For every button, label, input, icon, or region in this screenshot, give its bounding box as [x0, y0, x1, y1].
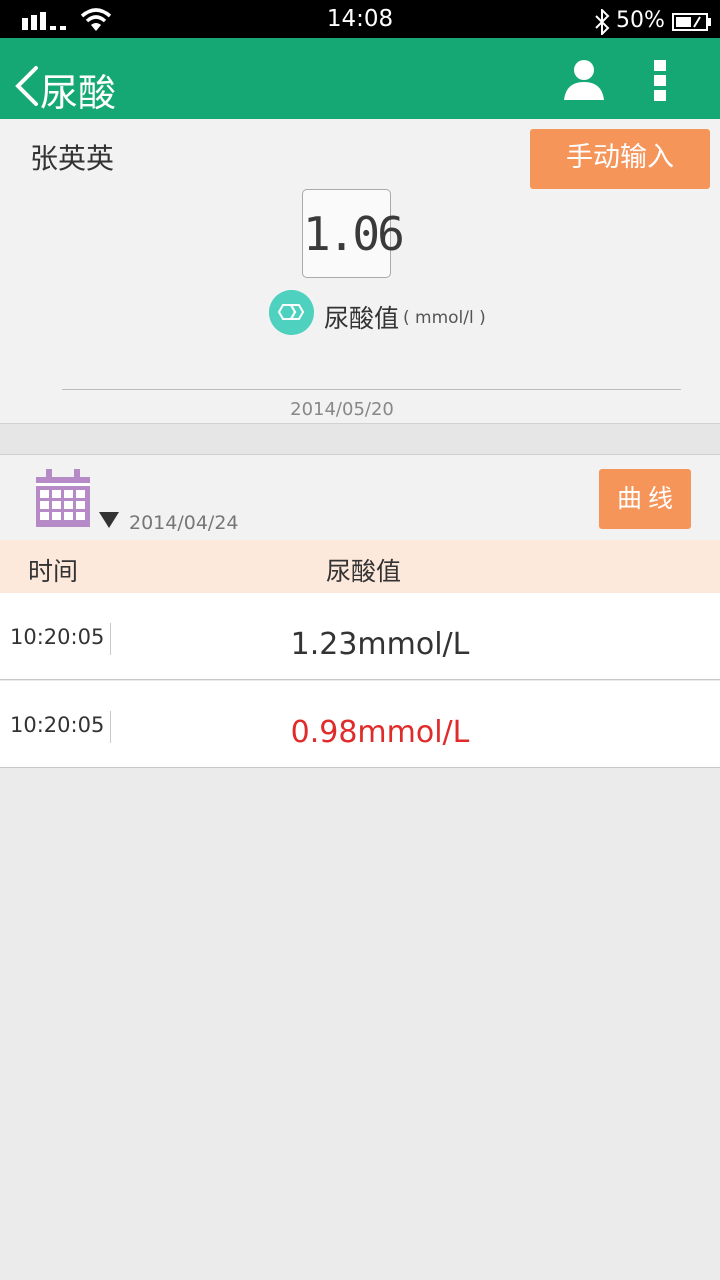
history-date: 2014/04/24: [129, 512, 239, 534]
column-header-value: 尿酸值: [326, 557, 402, 586]
reading-date: 2014/05/20: [290, 399, 394, 420]
bluetooth-icon: [595, 9, 610, 35]
latest-value: 1.06: [302, 189, 405, 278]
column-header-time: 时间: [28, 557, 79, 586]
calendar-icon[interactable]: [34, 469, 92, 529]
section-gap: [0, 424, 720, 455]
row-value: 0.98mmol/L: [290, 715, 470, 750]
date-dropdown-icon[interactable]: [99, 512, 119, 528]
row-value: 1.23mmol/L: [290, 627, 470, 662]
patient-name: 张英英: [30, 142, 115, 175]
curve-button[interactable]: 曲线: [599, 469, 691, 529]
status-bar: 14:08 50%: [0, 0, 720, 38]
metric-unit: ( mmol/l ): [403, 308, 486, 328]
metric-label: 尿酸值: [324, 304, 400, 333]
back-icon[interactable]: [10, 64, 42, 108]
page-title: 尿酸: [40, 71, 117, 115]
divider: [62, 389, 681, 390]
more-menu-icon[interactable]: [654, 60, 668, 102]
latest-reading-panel: 张英英 手动输入 1.06 尿酸值 ( mmol/l ) 2014/05/20: [0, 119, 720, 424]
manual-input-button[interactable]: 手动输入: [530, 129, 710, 189]
battery-percent: 50%: [616, 8, 665, 33]
table-row[interactable]: 10:20:05 1.23mmol/L: [0, 593, 720, 680]
clock: 14:08: [326, 6, 394, 32]
molecule-icon: [269, 290, 314, 335]
history-toolbar: 2014/04/24 曲线: [0, 455, 720, 540]
table-header: 时间 尿酸值: [0, 540, 720, 593]
battery-icon: [672, 13, 711, 31]
user-icon[interactable]: [562, 58, 606, 100]
table-row[interactable]: 10:20:05 0.98mmol/L: [0, 681, 720, 768]
app-bar: 尿酸: [0, 38, 720, 119]
